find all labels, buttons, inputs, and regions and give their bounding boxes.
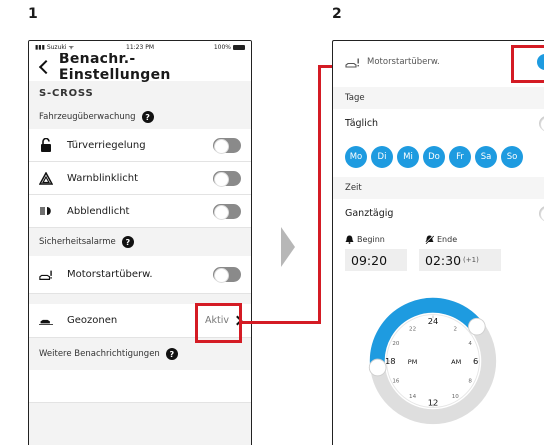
row-partial <box>29 370 251 403</box>
alarm-bell-icon <box>345 235 354 244</box>
end-label: Ende <box>425 235 457 244</box>
row-label: Täglich <box>345 117 379 129</box>
dial-label-20: 20 <box>392 341 400 347</box>
status-bar: ▮▮▮ Suzuki ᯤ 11:23 PM 100% <box>29 41 251 53</box>
row-engine-start-monitor: Motorstartüberw. <box>29 256 251 294</box>
end-time-next-day: (+1) <box>463 256 479 264</box>
row-label: Abblendlicht <box>67 205 130 217</box>
dial-label-8: 8 <box>468 378 472 384</box>
door-lock-toggle[interactable] <box>213 137 241 154</box>
dial-label-am: AM <box>451 358 461 366</box>
section-security-alarms: Sicherheitsalarme ? <box>29 228 251 256</box>
header: Benachr.-Einstellungen <box>29 51 251 83</box>
day-button-sa[interactable]: Sa <box>475 146 497 168</box>
dial-label-4: 4 <box>468 341 472 347</box>
day-button-so[interactable]: So <box>501 146 523 168</box>
dial-label-2: 2 <box>454 326 458 332</box>
section-label: Fahrzeugüberwachung <box>39 112 136 122</box>
time-range-dial[interactable]: 24 12 18 6 PM AM 22 2 20 4 16 8 14 10 <box>368 296 498 426</box>
low-beam-headlight-icon <box>39 204 53 218</box>
battery-indicator: 100% <box>214 44 245 51</box>
row-label: Türverriegelung <box>67 139 146 151</box>
section-vehicle-monitoring: Fahrzeugüberwachung ? <box>29 105 251 129</box>
vehicle-model: S-CROSS <box>29 81 251 105</box>
page-title: Benachr.-Einstellungen <box>58 51 171 83</box>
row-label: Warnblinklicht <box>67 172 138 184</box>
day-button-mi[interactable]: Mi <box>397 146 419 168</box>
all-day-toggle[interactable] <box>539 205 544 222</box>
row-label: Ganztägig <box>345 207 394 219</box>
car-alert-icon <box>345 58 361 68</box>
row-all-day: Ganztägig <box>333 201 544 225</box>
daily-toggle[interactable] <box>539 115 544 132</box>
row-label: Geozonen <box>67 315 118 326</box>
next-step-arrow-icon <box>281 227 295 267</box>
row-hazard-light: Warnblinklicht <box>29 162 251 195</box>
dial-label-pm: PM <box>408 358 418 366</box>
dial-label-10: 10 <box>452 394 460 400</box>
row-label: Motorstartüberw. <box>67 269 153 280</box>
row-door-lock: Türverriegelung <box>29 129 251 162</box>
car-alert-icon <box>39 268 53 282</box>
begin-time-value: 09:20 <box>351 252 388 268</box>
section-label: Weitere Benachrichtigungen <box>39 349 160 359</box>
section-label: Sicherheitsalarme <box>39 237 116 247</box>
engine-start-toggle[interactable] <box>213 267 241 283</box>
begin-label-text: Beginn <box>357 235 385 244</box>
step-number-2: 2 <box>332 6 342 22</box>
row-daily: Täglich <box>333 111 544 135</box>
connector-line <box>318 65 321 324</box>
begin-handle[interactable] <box>368 358 387 377</box>
connector-line <box>242 321 320 324</box>
section-time: Zeit <box>333 177 544 199</box>
hazard-warning-icon <box>39 171 53 185</box>
dial-label-16: 16 <box>392 378 400 384</box>
end-time-value: 02:30 <box>425 252 462 268</box>
battery-percent: 100% <box>213 43 231 51</box>
end-handle[interactable] <box>468 317 486 336</box>
back-arrow-icon[interactable] <box>38 59 53 75</box>
row-low-beam: Abblendlicht <box>29 195 251 228</box>
day-button-do[interactable]: Do <box>423 146 445 168</box>
help-icon[interactable]: ? <box>121 236 134 248</box>
highlight-engine-toggle-on <box>511 45 544 83</box>
bell-off-icon <box>425 235 434 244</box>
row-label: Motorstartüberw. <box>367 57 440 67</box>
section-days: Tage <box>333 87 544 109</box>
geofence-car-icon <box>39 314 53 328</box>
end-label-text: Ende <box>437 235 458 244</box>
begin-label: Beginn <box>345 235 385 244</box>
help-icon[interactable]: ? <box>165 348 178 360</box>
low-beam-toggle[interactable] <box>213 203 241 220</box>
battery-icon <box>233 44 245 50</box>
day-button-fr[interactable]: Fr <box>449 146 471 168</box>
phone-screen-notification-settings: ▮▮▮ Suzuki ᯤ 11:23 PM 100% Benachr.-Eins… <box>28 40 252 445</box>
hazard-light-toggle[interactable] <box>213 170 241 187</box>
day-button-mo[interactable]: Mo <box>345 146 367 168</box>
end-time-field[interactable]: 02:30 (+1) <box>419 249 501 271</box>
padlock-icon <box>39 138 53 152</box>
begin-time-field[interactable]: 09:20 <box>345 249 407 271</box>
step-number-1: 1 <box>28 6 38 22</box>
highlight-engine-toggle <box>195 303 242 343</box>
dial-label-22: 22 <box>409 326 416 332</box>
help-icon[interactable]: ? <box>141 111 154 123</box>
weekday-selector: Mo Di Mi Do Fr Sa So <box>345 146 523 168</box>
dial-label-14: 14 <box>409 394 417 400</box>
day-button-di[interactable]: Di <box>371 146 393 168</box>
